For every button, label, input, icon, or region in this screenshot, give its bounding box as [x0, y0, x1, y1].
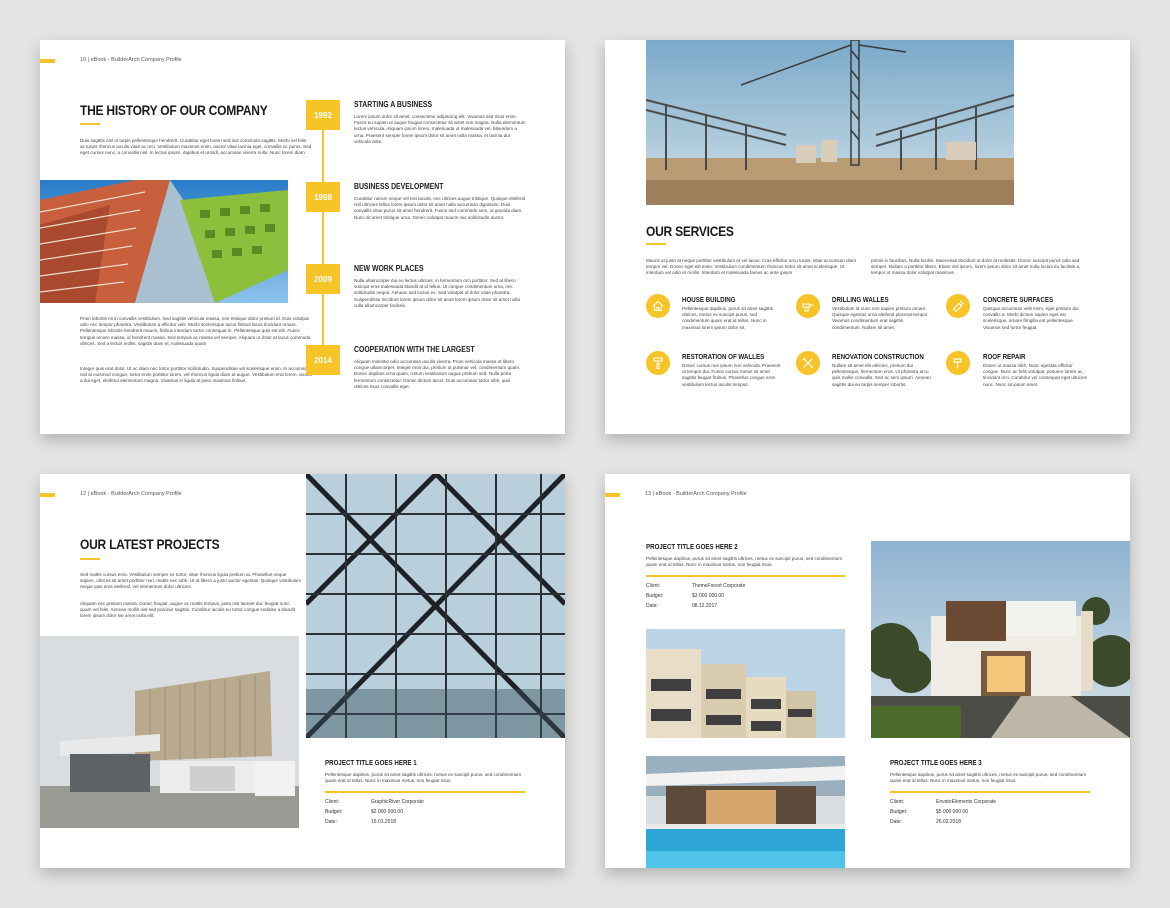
timeline-year: 2009: [306, 264, 340, 294]
building-photo: [40, 180, 288, 303]
meta-label: Client:: [646, 583, 661, 589]
title-underline: [80, 123, 100, 125]
tools-icon: [796, 351, 820, 375]
page-number: 13 | eBook - BuilderArch Company Profile: [645, 491, 747, 497]
project-meta: Client: ThemeForest Corporate Budget: $3 0…: [646, 581, 745, 611]
meta-budget: $2 000 000.00: [371, 809, 403, 815]
body-text-1: Proin lobortis mi in convallis vestibulu…: [80, 316, 311, 346]
meta-label: Date:: [890, 819, 902, 825]
meta-budget: $3 000 000.00: [692, 593, 724, 599]
project-meta: Client: EnvatoElements Corporate Budget: $…: [890, 797, 996, 827]
service-text: Nullam sit amet elit ultricies, pretium …: [832, 363, 931, 387]
meta-label: Client:: [325, 799, 340, 805]
page-title: THE HISTORY OF OUR COMPANY: [80, 102, 268, 118]
title-underline: [646, 243, 666, 245]
project-divider: [890, 791, 1090, 793]
project-text: Pellentesque dapibus, purus sit amet sag…: [890, 772, 1087, 784]
service-title: RENOVATION CONSTRUCTION: [832, 352, 924, 361]
project-text: Pellentesque dapibus, purus sit amet sag…: [325, 772, 522, 784]
timeline-title: STARTING A BUSINESS: [354, 100, 433, 109]
project-title: PROJECT TITLE GOES HERE 3: [890, 758, 982, 767]
service-text: Donec cursus non ipsum non vehicula. Pra…: [682, 363, 781, 387]
meta-date: 15.01.2018: [371, 819, 397, 825]
project-divider: [646, 575, 845, 577]
meta-label: Date:: [646, 603, 658, 609]
service-text: Vestibulum id nunc non sapien pretium or…: [832, 306, 929, 330]
page-number: 10 | eBook - BuilderArch Company Profile: [80, 57, 182, 63]
timeline-title: COOPERATION WITH THE LARGEST: [354, 345, 475, 354]
modern-house-photo: [40, 636, 299, 828]
page-projects-2: 13 | eBook - BuilderArch Company Profile…: [605, 474, 1130, 868]
intro-text: Duis sagittis nisl ut turpis pellentesqu…: [80, 138, 312, 156]
service-title: RESTORATION OF WALLES: [682, 352, 765, 361]
apartment-photo: [646, 629, 845, 738]
timeline-text: Curabitur rutrum neque vel nisi iaculis,…: [354, 196, 526, 220]
timeline-text: Aliquam molestie odio accumsan iaculis v…: [354, 359, 521, 389]
meta-label: Date:: [325, 819, 337, 825]
meta-label: Budget:: [646, 593, 664, 599]
meta-date: 08.12.2017: [692, 603, 718, 609]
hammer-icon: [946, 351, 970, 375]
meta-label: Budget:: [890, 809, 908, 815]
timeline-title: BUSINESS DEVELOPMENT: [354, 182, 444, 191]
page-tab-marker: [605, 493, 620, 497]
intro-text-left: Mauris at justo at neque porttitor vesti…: [646, 258, 857, 276]
page-title: OUR SERVICES: [646, 223, 734, 239]
villa-night-photo: [871, 541, 1130, 738]
project-text: Pellentesque dapibus, purus sit amet sag…: [646, 556, 843, 568]
page-tab-marker: [40, 59, 55, 63]
intro-text-1: Sed mattis cursus eros. Vestibulum sempe…: [80, 572, 302, 590]
service-text: Donec ut massa nibh. Nunc egestas effici…: [983, 363, 1087, 387]
service-title: DRILLING WALLES: [832, 295, 889, 304]
meta-client: ThemeForest Corporate: [692, 583, 746, 589]
service-text: Pellentesque dapibus, purus sit amet sag…: [682, 306, 773, 330]
timeline-text: Lorem ipsum dolor sit amet, consectetur …: [354, 114, 526, 144]
timeline-text: Nulla ullamcorper dui eu lectus ultrices…: [354, 278, 520, 308]
project-title: PROJECT TITLE GOES HERE 1: [325, 758, 417, 767]
meta-client: GraphicRiver Corporate: [371, 799, 424, 805]
page-services: OUR SERVICES Mauris at justo at neque po…: [605, 40, 1130, 434]
body-text-2: Integer quis erat dolor. Ut ac diam nec …: [80, 366, 312, 384]
project-meta: Client: GraphicRiver Corporate Budget: $2 …: [325, 797, 424, 827]
page-latest-projects: 12 | eBook - BuilderArch Company Profile…: [40, 474, 565, 868]
page-history: 10 | eBook - BuilderArch Company Profile…: [40, 40, 565, 434]
pool-house-photo: [646, 756, 845, 868]
page-number: 12 | eBook - BuilderArch Company Profile: [80, 491, 182, 497]
service-title: ROOF REPAIR: [983, 352, 1026, 361]
intro-text-right: primis in faucibus. Nulla facilisi. Maec…: [871, 258, 1081, 276]
trowel-icon: [946, 294, 970, 318]
meta-label: Budget:: [325, 809, 343, 815]
service-title: CONCRETE SURFACES: [983, 295, 1054, 304]
paint-roller-icon: [646, 351, 670, 375]
intro-text-2: Aliquam nec pretium massa. Donec feugiat…: [80, 601, 295, 619]
timeline-title: NEW WORK PLACES: [354, 264, 424, 273]
timeline-year: 2014: [306, 345, 340, 375]
meta-budget: $5 000 000.00: [936, 809, 968, 815]
service-title: HOUSE BUILDING: [682, 295, 736, 304]
glass-roof-photo: [306, 474, 565, 738]
drill-icon: [796, 294, 820, 318]
service-text: Quisque accumsan velit enim, eget pretiu…: [983, 306, 1079, 330]
meta-date: 26.02.2018: [936, 819, 962, 825]
timeline-year: 1992: [306, 100, 340, 130]
meta-label: Client:: [890, 799, 905, 805]
timeline-year: 1998: [306, 182, 340, 212]
page-tab-marker: [40, 493, 55, 497]
project-title: PROJECT TITLE GOES HERE 2: [646, 542, 738, 551]
timeline-line: [322, 130, 324, 365]
project-divider: [325, 791, 525, 793]
construction-site-photo: [646, 40, 1014, 205]
page-title: OUR LATEST PROJECTS: [80, 536, 220, 552]
meta-client: EnvatoElements Corporate: [936, 799, 997, 805]
house-icon: [646, 294, 670, 318]
title-underline: [80, 558, 100, 560]
